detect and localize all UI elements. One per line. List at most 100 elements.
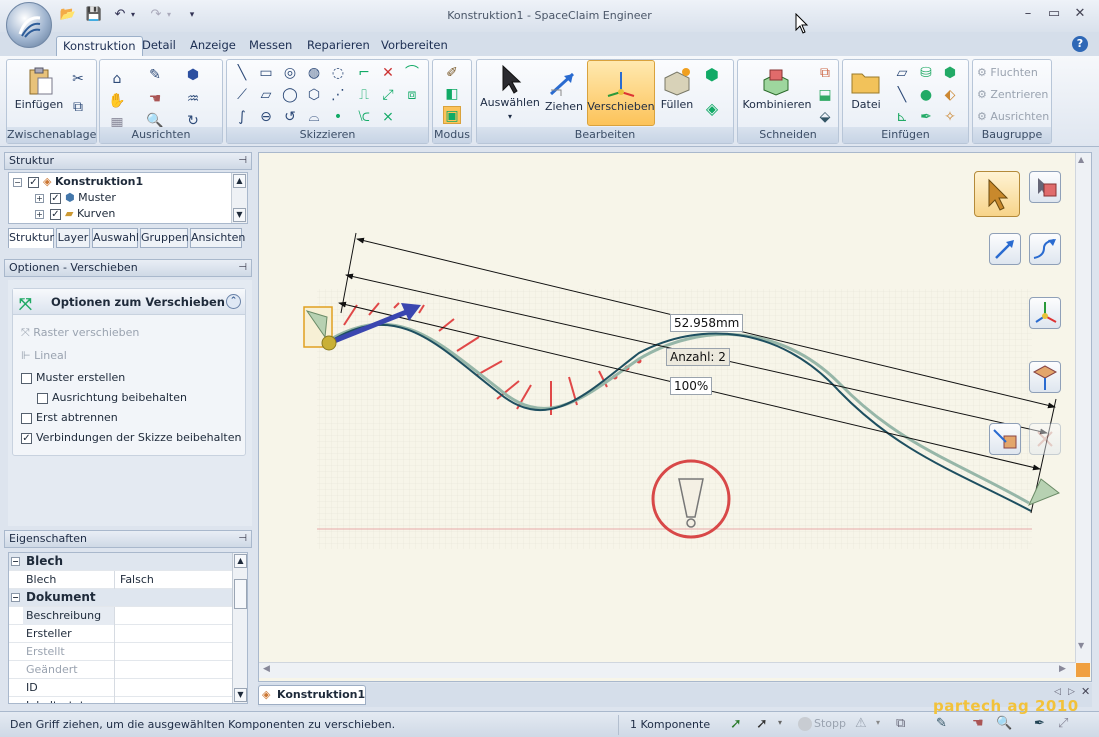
replace-face-icon[interactable]: ◈ [703,100,721,118]
option-verbindungen-beibehalten[interactable]: ✓ Verbindungen der Skizze beibehalten [21,430,241,446]
insert-file-button[interactable]: Datei [845,66,887,111]
offset-curve-icon[interactable]: ⎍ [355,86,373,104]
tab-vorbereiten[interactable]: Vorbereiten [375,36,454,56]
pin-icon[interactable]: ⊣ [238,153,247,169]
component-icon[interactable]: ⬢ [941,64,959,82]
sketch-plane-icon[interactable]: ✎ [146,66,164,84]
split-body-icon[interactable]: ⧉ [816,64,834,82]
scroll-up-icon[interactable]: ▲ [233,174,246,188]
center-button[interactable]: ⚙ Zentrieren [977,88,1048,101]
polygon-icon[interactable]: ⬡ [305,86,323,104]
align-flush-button[interactable]: ⚙ Fluchten [977,66,1038,79]
checkbox[interactable] [21,412,32,424]
view-icon[interactable]: ⧉ [896,716,905,731]
scroll-down-icon[interactable]: ▼ [234,688,247,702]
close-button[interactable]: ✕ [1068,6,1092,24]
property-row[interactable]: ID [9,679,233,697]
project-icon[interactable]: ⧈ [403,86,421,104]
help-icon[interactable]: ? [1072,36,1088,52]
tab-gruppen[interactable]: Gruppen [140,228,189,248]
pin-icon[interactable]: ⊣ [238,260,247,276]
three-point-arc-icon[interactable]: ⌓ [305,108,323,126]
direction-tool[interactable] [989,233,1021,265]
image-icon[interactable]: ⬖ [941,86,959,104]
dropdown-icon[interactable]: ▾ [876,718,880,727]
checkbox[interactable] [21,372,32,384]
tab-reparieren[interactable]: Reparieren [301,36,376,56]
trim-icon[interactable]: ✕ [379,64,397,82]
options-section-header[interactable]: ⤧ Optionen zum Verschieben ⌃ [13,289,245,315]
application-menu-button[interactable] [6,2,52,48]
scroll-up-icon[interactable]: ▲ [1078,155,1084,164]
pin-icon[interactable]: ⊣ [238,531,247,547]
checkbox[interactable]: ✓ [21,432,32,444]
tab-struktur[interactable]: Struktur [8,228,54,248]
collapse-icon[interactable]: − [13,177,22,187]
tab-anzeige[interactable]: Anzeige [184,36,242,56]
select-mode-icon[interactable]: ➚ [730,716,742,732]
properties-scrollbar[interactable]: ▲ ▼ [232,553,247,703]
tree-scrollbar[interactable]: ▲ ▼ [231,173,247,223]
visibility-checkbox[interactable]: ✓ [50,192,61,204]
combine-button[interactable]: Kombinieren [742,66,812,111]
origin-icon[interactable]: ⊾ [893,108,911,126]
tab-detail[interactable]: Detail [136,36,182,56]
percent-label[interactable]: 100% [670,377,713,395]
split-face-icon[interactable]: ⬓ [816,86,834,104]
slot-icon[interactable]: ⊖ [257,108,275,126]
cut-icon[interactable]: ✂ [69,70,87,88]
tree-node-root[interactable]: − ✓ ◈ Konstruktion1 [13,174,143,190]
circle-3pt-icon[interactable]: ◍ [305,64,323,82]
property-row[interactable]: Ersteller [9,625,233,643]
split-line-icon[interactable]: ⨯ [379,108,397,126]
scroll-down-icon[interactable]: ▼ [233,208,246,222]
tangent-line-icon[interactable]: ⟋ [233,86,251,104]
arc-icon[interactable]: ⌒ [403,64,421,82]
scroll-thumb[interactable] [234,579,247,609]
circle-icon[interactable]: ◎ [281,64,299,82]
construction-line-icon[interactable]: ⋰ [329,86,347,104]
cylinder-icon[interactable]: ⛁ [917,64,935,82]
spline-icon[interactable]: ∫ [233,108,251,126]
scroll-left-icon[interactable]: ◀ [263,664,270,674]
along-trajectory-tool[interactable] [1029,233,1061,265]
dropdown-icon[interactable]: ▾ [778,718,782,727]
visibility-checkbox[interactable]: ✓ [28,176,39,188]
tab-konstruktion[interactable]: Konstruktion [56,36,143,56]
zoom-icon[interactable]: 🔍 [996,716,1012,731]
pen-icon[interactable]: ✒ [917,108,935,126]
scroll-right-icon[interactable]: ▶ [1059,664,1066,674]
point-icon[interactable]: • [329,108,347,126]
minimize-button[interactable]: – [1016,6,1040,24]
hand-icon[interactable]: ☚ [146,90,164,108]
line-icon[interactable]: ╲ [233,64,251,82]
maximize-button[interactable]: ▭ [1042,6,1066,24]
copy-icon[interactable]: ⧉ [69,98,87,116]
viewport-canvas[interactable] [259,153,1093,683]
close-document-icon[interactable]: ✕ [1081,685,1090,698]
decal-icon[interactable]: ✧ [941,108,959,126]
3d-mode-icon[interactable]: ▣ [443,106,461,124]
document-tab[interactable]: ◈ Konstruktion1 [258,685,366,705]
pen-icon[interactable]: ✒ [1034,716,1045,731]
ruler-tool[interactable] [989,423,1021,455]
viewport-horizontal-scrollbar[interactable]: ◀ ▶ [259,662,1075,678]
pan-hand-icon[interactable]: ☚ [972,716,984,731]
cube-view-icon[interactable]: ⬢ [184,66,202,84]
fill-button[interactable]: Füllen [656,66,698,111]
detach-tool[interactable] [1029,423,1061,455]
cursor-icon[interactable]: ➚ [756,716,768,732]
sweep-arc-icon[interactable]: ↺ [281,108,299,126]
pan-icon[interactable]: ✋ [108,92,126,110]
option-ausrichtung-beibehalten[interactable]: Ausrichtung beibehalten [37,390,187,406]
sphere-icon[interactable]: ● [917,86,935,104]
ellipse-icon[interactable]: ◯ [281,86,299,104]
stop-button[interactable]: Stopp [798,717,846,731]
tab-scroll-left-icon[interactable]: ◁ [1054,687,1061,697]
resize-grip-icon[interactable] [1076,663,1090,677]
property-row[interactable]: Blech Falsch [9,571,233,589]
curve-icon[interactable]: ⤢ [1058,716,1068,731]
tree-node-kurven[interactable]: + ✓ ▰ Kurven [35,206,115,222]
up-to-tool[interactable] [1029,361,1061,393]
plane-icon[interactable]: ▱ [893,64,911,82]
